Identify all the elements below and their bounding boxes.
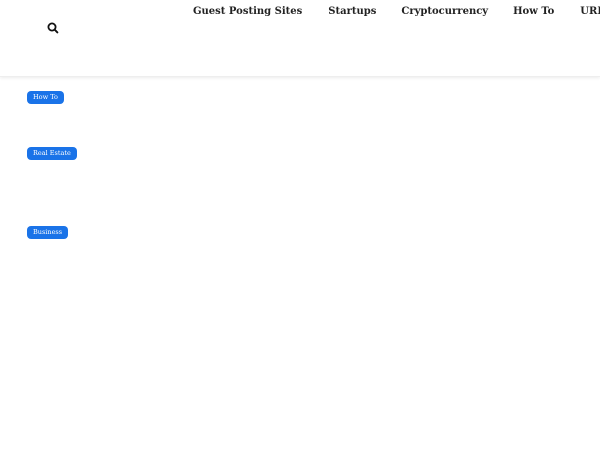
main-nav: Guest Posting Sites Startups Cryptocurre… xyxy=(193,6,600,17)
site-header: Guest Posting Sites Startups Cryptocurre… xyxy=(0,0,600,77)
nav-item-startups[interactable]: Startups xyxy=(328,6,376,17)
page: Guest Posting Sites Startups Cryptocurre… xyxy=(0,0,600,450)
category-badge[interactable]: Real Estate xyxy=(27,147,77,160)
nav-item-cryptocurrency[interactable]: Cryptocurrency xyxy=(401,6,488,17)
search-icon xyxy=(47,22,59,34)
list-item: Business xyxy=(27,219,167,275)
category-badge[interactable]: How To xyxy=(27,91,64,104)
search-button[interactable] xyxy=(46,20,60,34)
nav-item-how-to[interactable]: How To xyxy=(513,6,554,17)
list-item: How To xyxy=(27,84,167,140)
nav-item-url-shortener[interactable]: URL Shortener xyxy=(580,6,600,17)
list-item: Real Estate xyxy=(27,140,167,219)
category-badge[interactable]: Business xyxy=(27,226,69,239)
post-feed: How To Real Estate Business xyxy=(27,84,167,275)
nav-item-guest-posting-sites[interactable]: Guest Posting Sites xyxy=(193,6,302,17)
